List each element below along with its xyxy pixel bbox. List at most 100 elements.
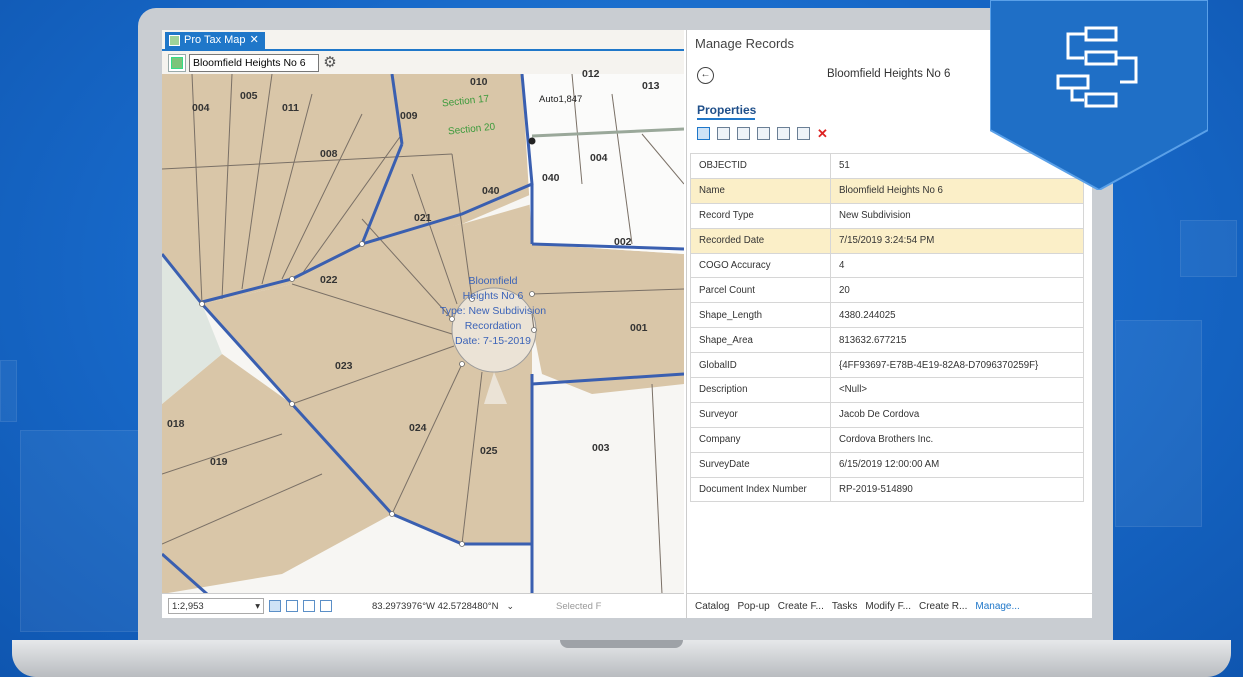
record-annotation: Bloomfield (468, 275, 518, 287)
field-value[interactable]: 4380.244025 (830, 302, 1084, 329)
table-row[interactable]: Parcel Count 20 (690, 277, 1084, 304)
parcel-label: 005 (240, 90, 258, 102)
field-value[interactable]: 20 (830, 277, 1084, 304)
parcel-label: 010 (470, 76, 488, 88)
map-icon (169, 35, 180, 46)
tab-properties[interactable]: Properties (697, 103, 756, 117)
scale-value: 1:2,953 (172, 600, 204, 612)
attributes-table: OBJECTID 51 Name Bloomfield Heights No 6 Rec… (690, 153, 1084, 503)
table-row[interactable]: Shape_Area 813632.677215 (690, 327, 1084, 354)
field-name: GlobalID (690, 352, 831, 379)
table-row[interactable]: COGO Accuracy 4 (690, 252, 1084, 279)
dock-tab[interactable]: Manage... (975, 601, 1019, 612)
dock-tab[interactable]: Tasks (832, 601, 858, 612)
field-name: Surveyor (690, 401, 831, 428)
field-name: Shape_Length (690, 302, 831, 329)
field-value[interactable]: Cordova Brothers Inc. (830, 426, 1084, 453)
table-row[interactable]: Document Index Number RP-2019-514890 (690, 476, 1084, 503)
map-status-bar: 1:2,953 ▾ 83.2973976°W 42.5728480°N ⌄ Se… (162, 593, 684, 618)
table-row[interactable]: SurveyDate 6/15/2019 12:00:00 AM (690, 451, 1084, 478)
parcel-label: 023 (335, 360, 353, 372)
dock-tabs: Catalog Pop-up Create F... Tasks Modify F...… (687, 593, 1092, 618)
parcel-label: 004 (590, 152, 608, 164)
parcel-label: 008 (320, 148, 338, 160)
chevron-down-icon: ▾ (255, 600, 260, 612)
laptop-notch (560, 640, 683, 648)
field-value[interactable]: 6/15/2019 12:00:00 AM (830, 451, 1084, 478)
record-search-input[interactable] (189, 54, 319, 72)
parcel-label: 019 (210, 456, 228, 468)
decor-panel (20, 430, 142, 632)
field-value[interactable]: 813632.677215 (830, 327, 1084, 354)
search-row: ⚙ (168, 54, 338, 72)
coordinate-readout: 83.2973976°W 42.5728480°N (372, 600, 499, 612)
table-row[interactable]: GlobalID {4FF93697-E78B-4E19-82A8-D709637… (690, 352, 1084, 379)
pane-title: Manage Records (695, 36, 794, 51)
edit-record-icon[interactable] (697, 127, 710, 140)
field-name: Recorded Date (690, 227, 831, 254)
dock-tab[interactable]: Create F... (778, 601, 824, 612)
field-value[interactable]: New Subdivision (830, 202, 1084, 229)
field-value[interactable]: 4 (830, 252, 1084, 279)
parcel-label: 022 (320, 274, 338, 286)
map-tab-label: Pro Tax Map (184, 34, 246, 46)
decor-panel (1115, 320, 1202, 527)
field-name: OBJECTID (690, 153, 831, 179)
parcel-label: 025 (480, 445, 498, 457)
field-name: Shape_Area (690, 327, 831, 354)
table-row[interactable]: Company Cordova Brothers Inc. (690, 426, 1084, 453)
selected-features[interactable]: Selected F (556, 601, 601, 612)
map-tab[interactable]: Pro Tax Map ✕ (165, 32, 265, 49)
parcel-label: 001 (630, 322, 648, 334)
table-row[interactable]: Record Type New Subdivision (690, 202, 1084, 229)
zoom-to-icon[interactable] (717, 127, 730, 140)
table-row[interactable]: Description <Null> (690, 377, 1084, 403)
table-row[interactable]: Recorded Date 7/15/2019 3:24:54 PM (690, 227, 1084, 254)
parcel-label: 024 (409, 422, 427, 434)
field-value[interactable]: 7/15/2019 3:24:54 PM (830, 227, 1084, 254)
field-name: Company (690, 426, 831, 453)
refresh-icon[interactable] (320, 600, 332, 612)
field-value[interactable]: {4FF93697-E78B-4E19-82A8-D7096370259F} (830, 352, 1084, 379)
back-arrow-icon[interactable]: ← (697, 67, 714, 84)
record-picker-button[interactable] (168, 54, 186, 72)
dock-tab[interactable]: Catalog (695, 601, 729, 612)
table-icon[interactable] (757, 127, 770, 140)
export-icon[interactable] (797, 127, 810, 140)
dock-tab[interactable]: Create R... (919, 601, 967, 612)
decor-panel (0, 360, 17, 422)
dock-tab[interactable]: Pop-up (737, 601, 769, 612)
parcel-label: 004 (192, 102, 210, 114)
field-value[interactable]: RP-2019-514890 (830, 476, 1084, 503)
scale-select[interactable]: 1:2,953 ▾ (168, 598, 264, 614)
record-annotation: Type: New Subdivision (439, 305, 547, 317)
record-annotation: Recordation (464, 320, 522, 332)
table-row[interactable]: Shape_Length 4380.244025 (690, 302, 1084, 329)
delete-icon[interactable]: ✕ (817, 127, 828, 140)
navigate-icon[interactable] (269, 600, 281, 612)
record-icon (171, 57, 183, 69)
table-icon[interactable] (303, 600, 315, 612)
gear-icon[interactable]: ⚙ (322, 55, 338, 71)
app-screen: Pro Tax Map ✕ 004 005 011 009 010 012 01… (162, 30, 1092, 618)
dock-tab[interactable]: Modify F... (865, 601, 911, 612)
table-row[interactable]: Surveyor Jacob De Cordova (690, 401, 1084, 428)
close-icon[interactable]: ✕ (250, 32, 259, 49)
field-name: Record Type (690, 202, 831, 229)
field-name: SurveyDate (690, 451, 831, 478)
copy-icon[interactable] (737, 127, 750, 140)
field-value[interactable]: <Null> (830, 377, 1084, 403)
field-value[interactable]: Jacob De Cordova (830, 401, 1084, 428)
parcel-label: 021 (414, 212, 432, 224)
duplicate-icon[interactable] (777, 127, 790, 140)
chevron-down-icon[interactable]: ⌄ (506, 601, 514, 612)
records-toolbar: ✕ (697, 127, 828, 140)
parcel-label: 003 (592, 442, 610, 454)
tab-underline (697, 118, 755, 120)
parcel-label: 009 (400, 110, 418, 122)
parcel-label: 002 (614, 236, 632, 248)
grid-icon[interactable] (286, 600, 298, 612)
map-pane[interactable]: Pro Tax Map ✕ 004 005 011 009 010 012 01… (162, 30, 684, 618)
field-name: Description (690, 377, 831, 403)
tab-underline (162, 49, 684, 51)
